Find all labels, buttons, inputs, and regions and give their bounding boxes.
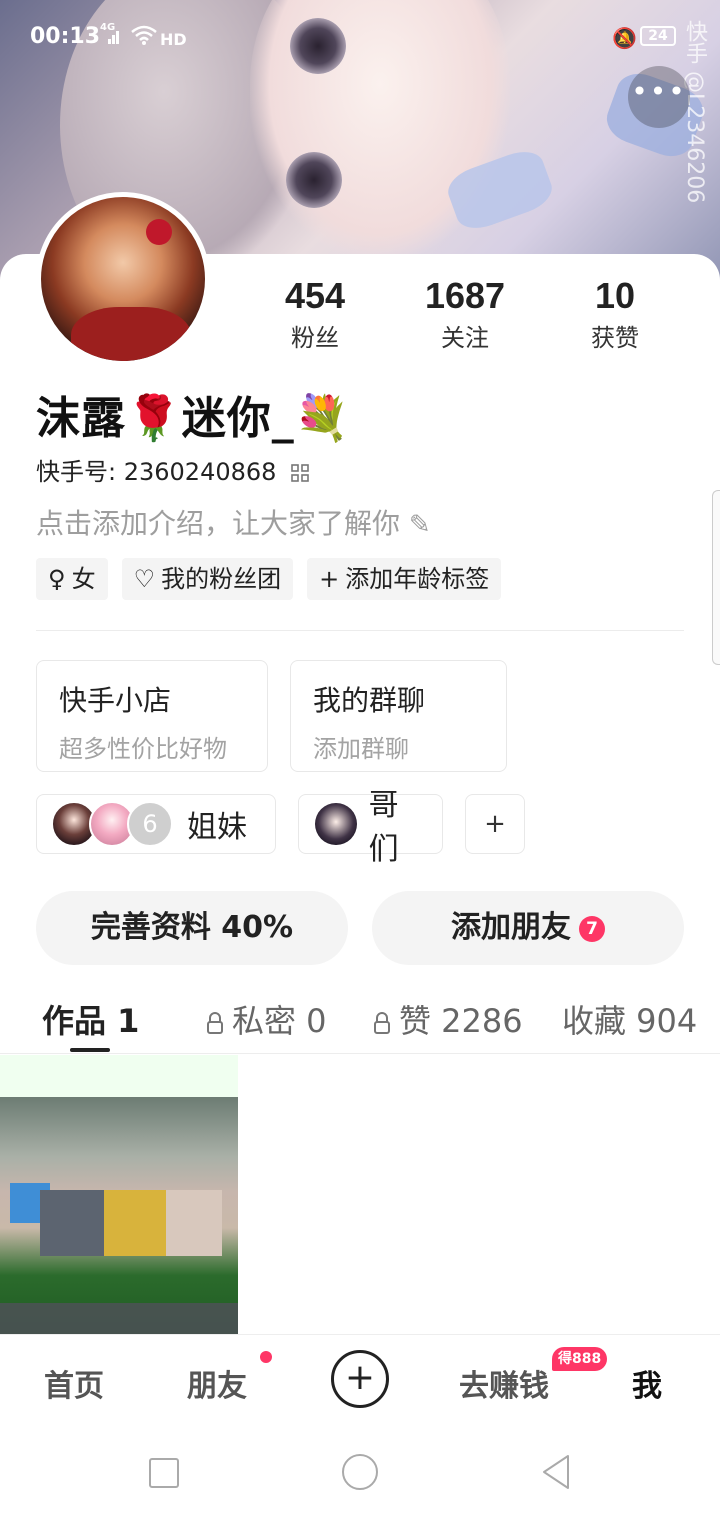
- create-button[interactable]: +: [331, 1350, 389, 1408]
- nickname-text: 迷你_: [181, 393, 295, 444]
- content-tabs: 作品 1 私密 0 赞 2286 收藏 904: [0, 990, 720, 1054]
- group-sisters[interactable]: 6 姐妹: [36, 794, 276, 854]
- nickname[interactable]: 沫露🌹迷你_💐: [36, 382, 351, 446]
- wifi-icon: [131, 25, 157, 45]
- stat-likes[interactable]: 10 获赞: [540, 276, 690, 353]
- add-friends-badge: 7: [579, 916, 605, 942]
- complete-profile-button[interactable]: 完善资料 40%: [36, 891, 348, 965]
- tab-friends[interactable]: 朋友: [187, 1361, 247, 1405]
- heart-icon: ♡: [133, 565, 156, 593]
- friends-notification-dot: [260, 1351, 272, 1363]
- shop-card[interactable]: 快手小店 超多性价比好物: [36, 660, 268, 772]
- back-icon[interactable]: [538, 1452, 574, 1492]
- avatar[interactable]: [36, 192, 210, 366]
- tag-gender[interactable]: ♀ 女: [36, 558, 108, 600]
- intro-placeholder[interactable]: 点击添加介绍，让大家了解你 ✎: [36, 502, 431, 542]
- tab-collections[interactable]: 收藏 904: [562, 996, 702, 1042]
- add-friends-button[interactable]: 添加朋友 7: [372, 891, 684, 965]
- qr-code-icon[interactable]: [290, 463, 310, 483]
- video-thumbnail-art: [104, 1190, 166, 1256]
- stat-followers-label: 粉丝: [291, 324, 339, 352]
- group-brothers-label: 哥们: [368, 788, 399, 867]
- system-nav-bar: [0, 1426, 720, 1520]
- add-group-button[interactable]: +: [465, 794, 525, 854]
- tab-private-label: 私密 0: [232, 1002, 327, 1040]
- tab-liked-label: 赞 2286: [399, 1002, 523, 1040]
- lock-icon: [374, 1012, 390, 1034]
- shop-subtitle: 超多性价比好物: [59, 735, 227, 763]
- stat-followers[interactable]: 454 粉丝: [240, 276, 390, 353]
- stat-following-label: 关注: [441, 324, 489, 352]
- tag-fan-club-label: 我的粉丝团: [161, 565, 282, 593]
- stat-likes-label: 获赞: [591, 324, 639, 352]
- stat-likes-value: 10: [594, 275, 636, 316]
- video-thumbnail-art: [0, 1303, 238, 1335]
- complete-profile-label: 完善资料 40%: [90, 910, 294, 945]
- battery-icon: 24: [640, 26, 676, 46]
- kuaishou-id-value: 2360240868: [123, 458, 277, 486]
- avatar-art-rose: [146, 219, 172, 245]
- intro-text: 点击添加介绍，让大家了解你: [36, 507, 401, 540]
- plus-icon: +: [319, 565, 340, 593]
- more-options-button[interactable]: •••: [628, 66, 690, 128]
- tab-earn[interactable]: 去赚钱: [459, 1361, 549, 1405]
- group-chat-card[interactable]: 我的群聊 添加群聊: [290, 660, 507, 772]
- video-thumbnail-art: [166, 1190, 222, 1256]
- tag-add-age[interactable]: + 添加年龄标签: [307, 558, 502, 600]
- tab-home[interactable]: 首页: [44, 1361, 104, 1405]
- kuaishou-id[interactable]: 快手号: 2360240868: [36, 452, 310, 487]
- stat-followers-value: 454: [284, 275, 346, 316]
- home-icon[interactable]: [342, 1454, 378, 1490]
- signal-icon: [108, 30, 120, 44]
- profile-tags: ♀ 女 ♡ 我的粉丝团 + 添加年龄标签: [36, 558, 502, 600]
- active-tab-indicator: [70, 1048, 110, 1052]
- tab-me[interactable]: 我: [632, 1361, 662, 1405]
- group-chat-title: 我的群聊: [313, 684, 426, 717]
- group-sisters-label: 姐妹: [187, 810, 247, 845]
- member-count: 6: [127, 801, 173, 847]
- edit-icon: ✎: [408, 510, 431, 540]
- avatar-art-dress: [71, 307, 191, 361]
- group-chat-subtitle: 添加群聊: [313, 735, 409, 763]
- tag-add-age-label: 添加年龄标签: [345, 565, 490, 593]
- wifi-hd-label: HD: [160, 30, 187, 49]
- status-time: 00:13: [30, 24, 101, 49]
- earn-badge: 得888: [552, 1347, 608, 1371]
- recents-icon[interactable]: [149, 1458, 179, 1488]
- kuaishou-id-label: 快手号:: [36, 458, 124, 486]
- bottom-tab-bar: 首页 朋友 + 去赚钱 得888 我: [0, 1334, 720, 1426]
- member-avatar: [313, 801, 359, 847]
- shop-title: 快手小店: [59, 684, 172, 717]
- video-thumbnail-art: [40, 1190, 104, 1256]
- lock-icon: [207, 1012, 223, 1034]
- tab-works[interactable]: 作品 1: [42, 996, 139, 1042]
- stat-following[interactable]: 1687 关注: [390, 276, 540, 353]
- tag-gender-label: 女: [71, 565, 96, 593]
- bell-muted-icon: 🔕: [612, 26, 637, 50]
- video-thumbnail[interactable]: [0, 1055, 238, 1335]
- side-drawer-handle[interactable]: [712, 490, 720, 665]
- tab-liked[interactable]: 赞 2286: [373, 996, 523, 1042]
- group-brothers[interactable]: 哥们: [298, 788, 443, 867]
- banner-art-eye: [286, 152, 342, 208]
- tab-private[interactable]: 私密 0: [206, 996, 327, 1042]
- add-friends-label: 添加朋友: [451, 910, 571, 945]
- profile-stats: 454 粉丝 1687 关注 10 获赞: [240, 276, 690, 356]
- divider: [36, 630, 684, 631]
- stat-following-value: 1687: [424, 275, 506, 316]
- status-bar: 00:13 4G HD 🔕 24: [0, 0, 720, 76]
- bouquet-icon: 💐: [294, 393, 351, 444]
- rose-icon: 🌹: [126, 393, 182, 444]
- female-icon: ♀: [48, 565, 66, 593]
- nickname-text: 沫露: [36, 393, 126, 444]
- tag-fan-club[interactable]: ♡ 我的粉丝团: [121, 558, 294, 600]
